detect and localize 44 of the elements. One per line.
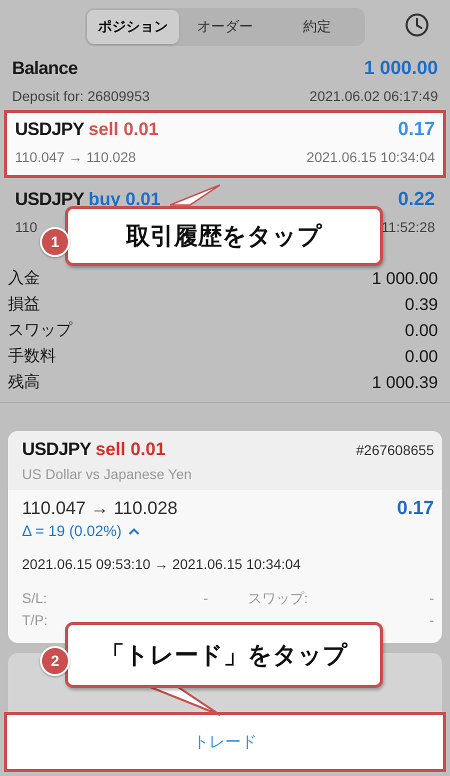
tab[interactable]: 約定: [271, 10, 363, 44]
field-label: T/P:: [22, 612, 48, 628]
summary-value: 0.00: [404, 346, 438, 368]
deal-side: sell 0.01: [95, 439, 166, 459]
deal-prices: 110.047 → 110.028: [22, 498, 178, 519]
summary-label: 手数料: [8, 346, 56, 367]
deal-profit: 0.17: [398, 119, 435, 141]
callout-text: 「トレード」をタップ: [100, 641, 348, 671]
deposit-label: Deposit for: 26809953: [12, 88, 150, 104]
deal-profit: 0.17: [397, 498, 434, 520]
tab[interactable]: オーダー: [179, 10, 271, 44]
caret-icon[interactable]: [128, 527, 140, 536]
balance-title: Balance: [12, 58, 78, 79]
symbol-label: USDJPY: [22, 439, 92, 459]
step-badge: 1: [40, 227, 70, 257]
deal-prices: 110.047 → 110.028: [15, 149, 136, 165]
deal-row[interactable]: USDJPY sell 0.01 0.17 110.047 → 110.028 2021.06.15 10:34:04: [4, 110, 446, 178]
balance-amount: 1 000.00: [364, 58, 438, 80]
deal-time: 2021.06.15 10:34:04: [306, 149, 435, 165]
field-value: -: [203, 590, 208, 608]
deal-profit: 0.22: [398, 189, 435, 211]
summary-value: 0.00: [404, 320, 438, 342]
deal-times: 2021.06.15 09:53:10 → 2021.06.15 10:34:04: [22, 556, 302, 572]
deal-side: sell 0.01: [88, 119, 159, 139]
deposit-time: 2021.06.02 06:17:49: [310, 88, 438, 104]
callout-text: 取引履歴をタップ: [126, 222, 322, 252]
summary-label: 損益: [8, 295, 40, 315]
field-value: -: [429, 590, 434, 608]
summary-value: 0.39: [404, 294, 438, 316]
delta-text: Δ = 19 (0.02%): [22, 523, 122, 540]
summary-value: 1 000.39: [372, 372, 438, 394]
symbol-description: US Dollar vs Japanese Yen: [22, 466, 193, 482]
field-label: スワップ:: [248, 590, 308, 608]
ticket-number: #267608655: [356, 442, 434, 458]
symbol-label: USDJPY: [15, 119, 84, 139]
history-clock-icon[interactable]: [404, 12, 430, 38]
field-label: S/L:: [22, 590, 47, 608]
field-value: -: [429, 612, 434, 628]
summary-value: 1 000.00: [372, 268, 438, 290]
tab[interactable]: ポジション: [87, 10, 179, 44]
symbol-label: USDJPY: [15, 189, 84, 209]
summary-label: 残高: [8, 372, 40, 393]
summary-label: スワップ: [8, 320, 72, 341]
summary-label: 入金: [8, 268, 40, 289]
